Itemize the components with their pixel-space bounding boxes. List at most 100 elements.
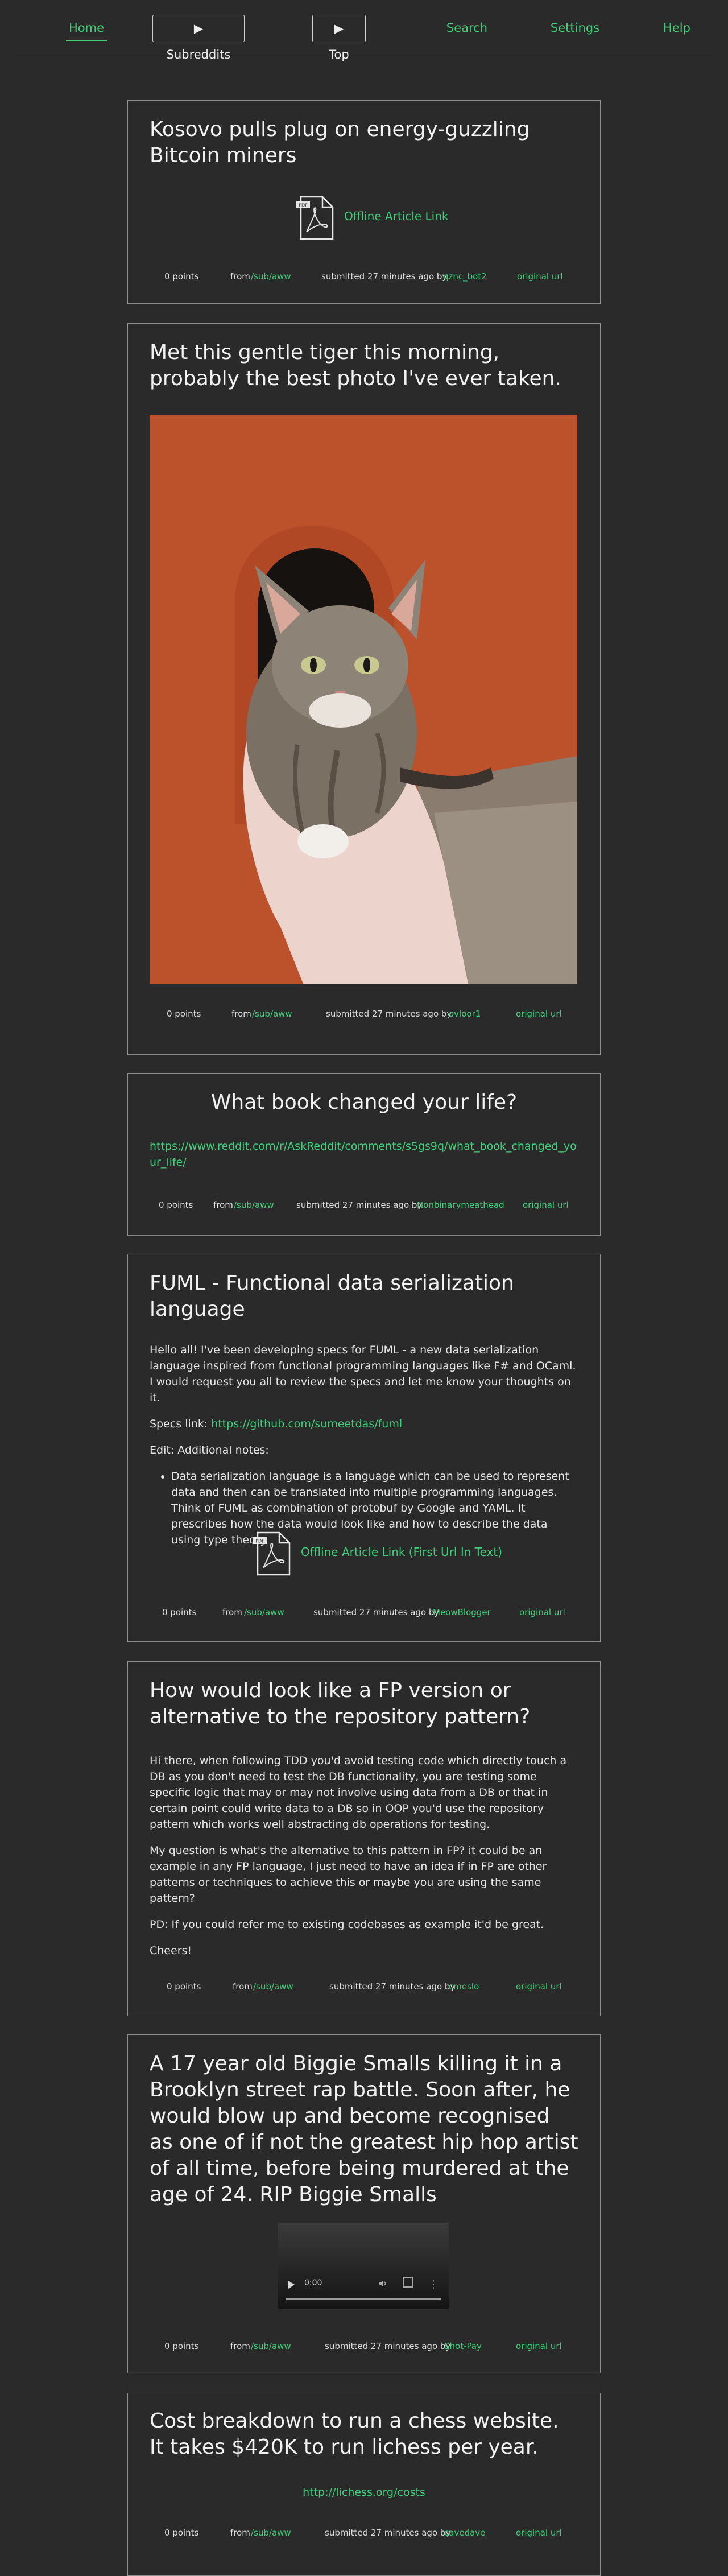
pdf-file-icon: PDF xyxy=(296,196,334,240)
kitten-image xyxy=(150,415,577,984)
post-paragraph: Edit: Additional notes: xyxy=(150,1444,269,1456)
post-title[interactable]: Kosovo pulls plug on energy-guzzling Bit… xyxy=(150,117,578,169)
top-navbar: Home ▶ Subreddits ▶ Top Search Settings … xyxy=(14,0,714,61)
post-body: Hello all! I've been developing specs fo… xyxy=(150,1342,578,1548)
post-meta: 0 points from /sub/aww submitted 27 minu… xyxy=(128,1981,600,1995)
post-points: 0 points xyxy=(167,1981,201,1992)
post-title[interactable]: What book changed your life? xyxy=(150,1089,578,1116)
post-from-label: from xyxy=(222,1607,242,1617)
post-subreddit-link[interactable]: /sub/aww xyxy=(244,1607,284,1617)
post-card: A 17 year old Biggie Smalls killing it i… xyxy=(127,2034,601,2373)
offline-article-link-label: Offline Article Link xyxy=(344,209,449,223)
nav-home-label: Home xyxy=(68,21,104,35)
post-submitted-text: submitted 27 minutes ago by xyxy=(325,2528,451,2538)
volume-icon[interactable] xyxy=(378,2279,387,2288)
post-title[interactable]: Met this gentle tiger this morning, prob… xyxy=(150,340,578,392)
post-card: Cost breakdown to run a chess website. I… xyxy=(127,2393,601,2576)
original-url-link[interactable]: original url xyxy=(516,2528,562,2538)
post-paragraph: PD: If you could refer me to existing co… xyxy=(150,1918,544,1931)
post-author-link[interactable]: Shot-Pay xyxy=(444,2341,482,2351)
post-subreddit-link[interactable]: /sub/aww xyxy=(253,1981,293,1992)
post-title[interactable]: FUML - Functional data serialization lan… xyxy=(150,1270,578,1323)
post-paragraph: Hello all! I've been developing specs fo… xyxy=(150,1344,576,1404)
post-submitted-text: submitted 27 minutes ago by xyxy=(329,1981,456,1992)
post-points: 0 points xyxy=(167,1009,201,1019)
post-meta: 0 points from /sub/aww submitted 27 minu… xyxy=(128,271,600,285)
post-meta: 0 points from /sub/aww submitted 27 minu… xyxy=(128,1200,600,1213)
offline-article-link[interactable]: PDF Offline Article Link xyxy=(293,195,464,241)
post-url-link[interactable]: https://www.reddit.com/r/AskReddit/comme… xyxy=(150,1138,578,1170)
post-submitted-text: submitted 27 minutes ago by xyxy=(296,1200,423,1210)
post-title[interactable]: Cost breakdown to run a chess website. I… xyxy=(150,2408,578,2461)
post-submitted-text: submitted 27 minutes ago by xyxy=(313,1607,440,1617)
post-points: 0 points xyxy=(164,2341,199,2351)
post-from-label: from xyxy=(231,1009,251,1019)
nav-search-link[interactable]: Search xyxy=(436,15,498,41)
post-subreddit-link[interactable]: /sub/aww xyxy=(251,271,291,282)
post-subreddit-link[interactable]: /sub/aww xyxy=(251,2528,291,2538)
specs-label: Specs link: xyxy=(150,1418,212,1430)
post-card: FUML - Functional data serialization lan… xyxy=(127,1254,601,1642)
post-author-link[interactable]: cavedave xyxy=(444,2528,485,2538)
specs-link[interactable]: https://github.com/sumeetdas/fuml xyxy=(211,1418,402,1430)
video-progress-bar[interactable] xyxy=(286,2298,441,2300)
play-icon[interactable] xyxy=(288,2281,295,2289)
offline-article-link[interactable]: PDF Offline Article Link (First Url In T… xyxy=(250,1530,523,1577)
post-author-link[interactable]: MeowBlogger xyxy=(433,1607,491,1617)
video-player[interactable]: 0:00 ⋮ xyxy=(278,2223,449,2309)
original-url-link[interactable]: original url xyxy=(516,1009,562,1019)
post-subreddit-link[interactable]: /sub/aww xyxy=(252,1009,292,1019)
post-author-link[interactable]: ovloor1 xyxy=(449,1009,481,1019)
original-url-link[interactable]: original url xyxy=(517,271,563,282)
post-subreddit-link[interactable]: /sub/aww xyxy=(251,2341,291,2351)
post-points: 0 points xyxy=(159,1200,193,1210)
post-meta: 0 points from /sub/aww submitted 27 minu… xyxy=(128,2341,600,2355)
post-from-label: from xyxy=(230,2341,250,2351)
original-url-link[interactable]: original url xyxy=(516,2341,562,2351)
post-paragraph: Specs link: https://github.com/sumeetdas… xyxy=(150,1416,578,1432)
post-paragraph: My question is what's the alternative to… xyxy=(150,1844,547,1905)
post-paragraph: Cheers! xyxy=(150,1945,192,1957)
post-subreddit-link[interactable]: /sub/aww xyxy=(234,1200,274,1210)
post-submitted-text: submitted 27 minutes ago by xyxy=(321,271,448,282)
post-card: What book changed your life? https://www… xyxy=(127,1073,601,1236)
post-submitted-text: submitted 27 minutes ago by xyxy=(325,2341,451,2351)
kitten-photo[interactable] xyxy=(150,415,577,984)
nav-help-link[interactable]: Help xyxy=(648,15,705,41)
post-title[interactable]: How would look like a FP version or alte… xyxy=(150,1678,578,1730)
post-points: 0 points xyxy=(162,1607,197,1617)
post-title[interactable]: A 17 year old Biggie Smalls killing it i… xyxy=(150,2051,578,2208)
post-url-link[interactable]: http://lichess.org/costs xyxy=(150,2484,578,2500)
post-points: 0 points xyxy=(164,2528,199,2538)
post-author-link[interactable]: Nonbinarymeathead xyxy=(417,1200,504,1210)
more-options-icon[interactable]: ⋮ xyxy=(428,2280,439,2290)
post-paragraph: Hi there, when following TDD you'd avoid… xyxy=(150,1755,567,1831)
nav-subreddits-button[interactable]: ▶ Subreddits xyxy=(152,15,245,61)
post-card: How would look like a FP version or alte… xyxy=(127,1661,601,2016)
original-url-link[interactable]: original url xyxy=(519,1607,565,1617)
post-submitted-text: submitted 27 minutes ago by xyxy=(326,1009,452,1019)
post-author-link[interactable]: qznc_bot2 xyxy=(443,271,487,282)
nav-home-link[interactable]: Home xyxy=(52,15,121,41)
original-url-link[interactable]: original url xyxy=(523,1200,569,1210)
video-time: 0:00 xyxy=(304,2278,322,2288)
offline-article-link-label: Offline Article Link (First Url In Text) xyxy=(301,1545,503,1559)
post-from-label: from xyxy=(230,2528,250,2538)
nav-top-button[interactable]: ▶ Top xyxy=(312,15,366,61)
post-meta: 0 points from /sub/aww submitted 27 minu… xyxy=(128,1009,600,1022)
post-body: Hi there, when following TDD you'd avoid… xyxy=(150,1753,578,1969)
post-points: 0 points xyxy=(164,271,199,282)
fullscreen-icon[interactable] xyxy=(403,2277,413,2288)
post-from-label: from xyxy=(230,271,250,282)
post-from-label: from xyxy=(213,1200,233,1210)
post-card: Kosovo pulls plug on energy-guzzling Bit… xyxy=(127,100,601,304)
post-meta: 0 points from /sub/aww submitted 27 minu… xyxy=(128,1607,600,1621)
post-author-link[interactable]: cmeslo xyxy=(449,1981,479,1992)
original-url-link[interactable]: original url xyxy=(516,1981,562,1992)
post-card: Met this gentle tiger this morning, prob… xyxy=(127,323,601,1055)
svg-text:PDF: PDF xyxy=(299,203,308,208)
svg-text:PDF: PDF xyxy=(255,1539,264,1544)
post-from-label: from xyxy=(233,1981,253,1992)
nav-settings-link[interactable]: Settings xyxy=(538,15,612,41)
post-meta: 0 points from /sub/aww submitted 27 minu… xyxy=(128,2528,600,2541)
